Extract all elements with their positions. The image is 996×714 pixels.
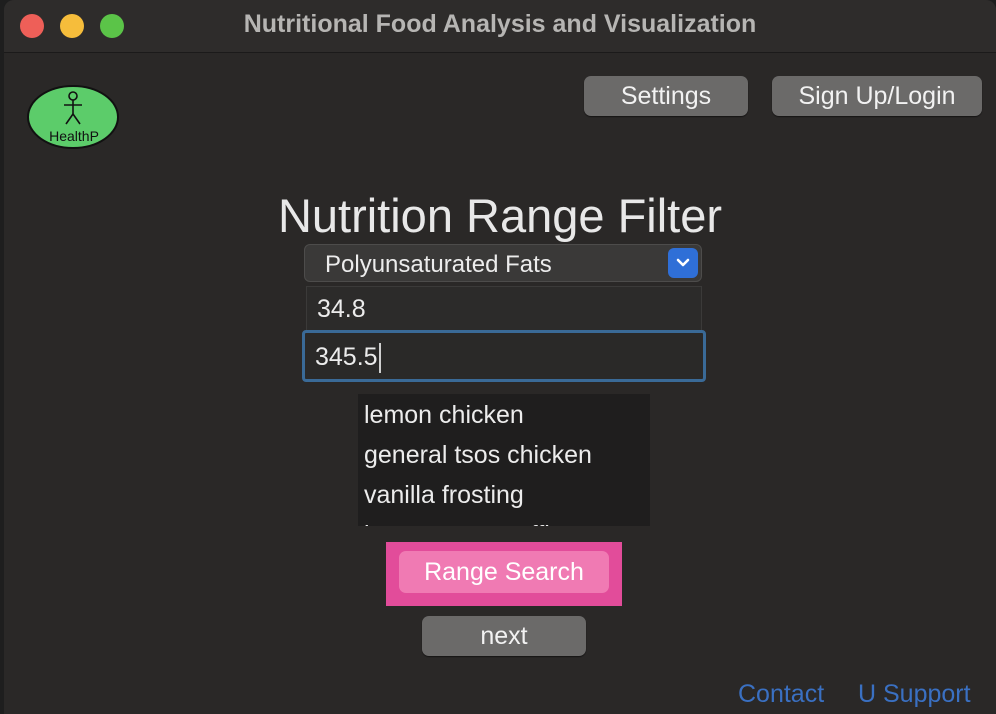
min-value-input[interactable]: 34.8: [306, 286, 702, 330]
text-cursor: [378, 343, 381, 374]
range-search-button[interactable]: Range Search: [399, 551, 609, 593]
max-value-text: 345.5: [315, 343, 378, 371]
page-title: Nutrition Range Filter: [277, 189, 723, 242]
settings-button[interactable]: Settings: [584, 76, 748, 116]
next-button[interactable]: next: [422, 616, 586, 656]
contact-link[interactable]: Contact: [738, 680, 824, 709]
support-link[interactable]: U Support: [858, 680, 971, 709]
healthp-logo: HealthP: [27, 85, 119, 149]
nutrient-select-value: Polyunsaturated Fats: [325, 251, 552, 278]
title-bar: Nutritional Food Analysis and Visualizat…: [4, 0, 996, 53]
window-title: Nutritional Food Analysis and Visualizat…: [243, 10, 757, 38]
results-list[interactable]: lemon chicken general tsos chicken vanil…: [358, 394, 650, 526]
signup-login-button[interactable]: Sign Up/Login: [772, 76, 982, 116]
app-window: Nutritional Food Analysis and Visualizat…: [4, 0, 996, 714]
list-item[interactable]: general tsos chicken: [358, 434, 650, 474]
list-item[interactable]: banana nut muffin: [358, 514, 650, 526]
max-value-input[interactable]: 345.5: [302, 330, 706, 382]
list-item[interactable]: lemon chicken: [358, 394, 650, 434]
logo-text: HealthP: [49, 128, 99, 144]
min-value-text: 34.8: [317, 295, 366, 323]
chevron-down-icon[interactable]: [668, 248, 698, 278]
list-item[interactable]: vanilla frosting: [358, 474, 650, 514]
nutrient-select[interactable]: Polyunsaturated Fats: [304, 244, 702, 282]
